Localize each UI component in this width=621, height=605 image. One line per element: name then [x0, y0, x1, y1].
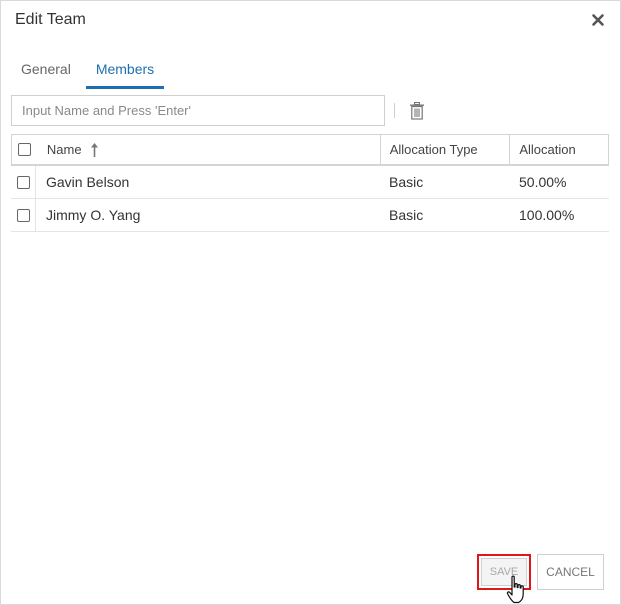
delete-button[interactable] [409, 101, 425, 120]
tab-members[interactable]: Members [85, 53, 165, 89]
member-allocation-type: Basic [389, 207, 424, 223]
dialog-title: Edit Team [15, 11, 86, 28]
row-select-cell [11, 166, 36, 198]
member-name: Jimmy O. Yang [46, 207, 141, 223]
members-table: Name Allocation Type Allocation Gavin Be… [11, 134, 609, 232]
member-allocation: 100.00% [519, 207, 575, 223]
sort-up-arrow-icon [90, 142, 99, 158]
column-header-name-label: Name [46, 142, 82, 157]
table-row[interactable]: Jimmy O. Yang Basic 100.00% [11, 199, 609, 232]
toolbar-divider [394, 103, 395, 118]
close-button[interactable] [590, 12, 606, 28]
column-header-allocation[interactable]: Allocation [509, 135, 608, 164]
select-all-cell [12, 135, 37, 164]
member-allocation-type: Basic [389, 174, 424, 190]
save-button-highlight: SAVE [477, 554, 531, 590]
row-checkbox[interactable] [16, 208, 30, 222]
select-all-checkbox[interactable] [17, 143, 31, 156]
row-checkbox[interactable] [16, 175, 30, 189]
row-select-cell [11, 199, 36, 231]
trash-icon [410, 101, 424, 120]
member-allocation: 50.00% [519, 174, 567, 190]
save-button[interactable]: SAVE [481, 558, 527, 586]
table-header-row: Name Allocation Type Allocation [11, 134, 609, 166]
close-icon [592, 14, 604, 26]
tab-general[interactable]: General [11, 53, 81, 89]
column-header-allocation-type[interactable]: Allocation Type [379, 135, 510, 164]
column-header-name[interactable]: Name [37, 135, 380, 164]
member-name: Gavin Belson [46, 174, 130, 190]
cancel-button[interactable]: CANCEL [537, 554, 604, 590]
table-row[interactable]: Gavin Belson Basic 50.00% [11, 166, 609, 199]
edit-team-dialog: Edit Team General Members Name [0, 0, 621, 605]
member-name-input[interactable] [11, 95, 385, 126]
tab-bar: General Members [11, 53, 165, 89]
